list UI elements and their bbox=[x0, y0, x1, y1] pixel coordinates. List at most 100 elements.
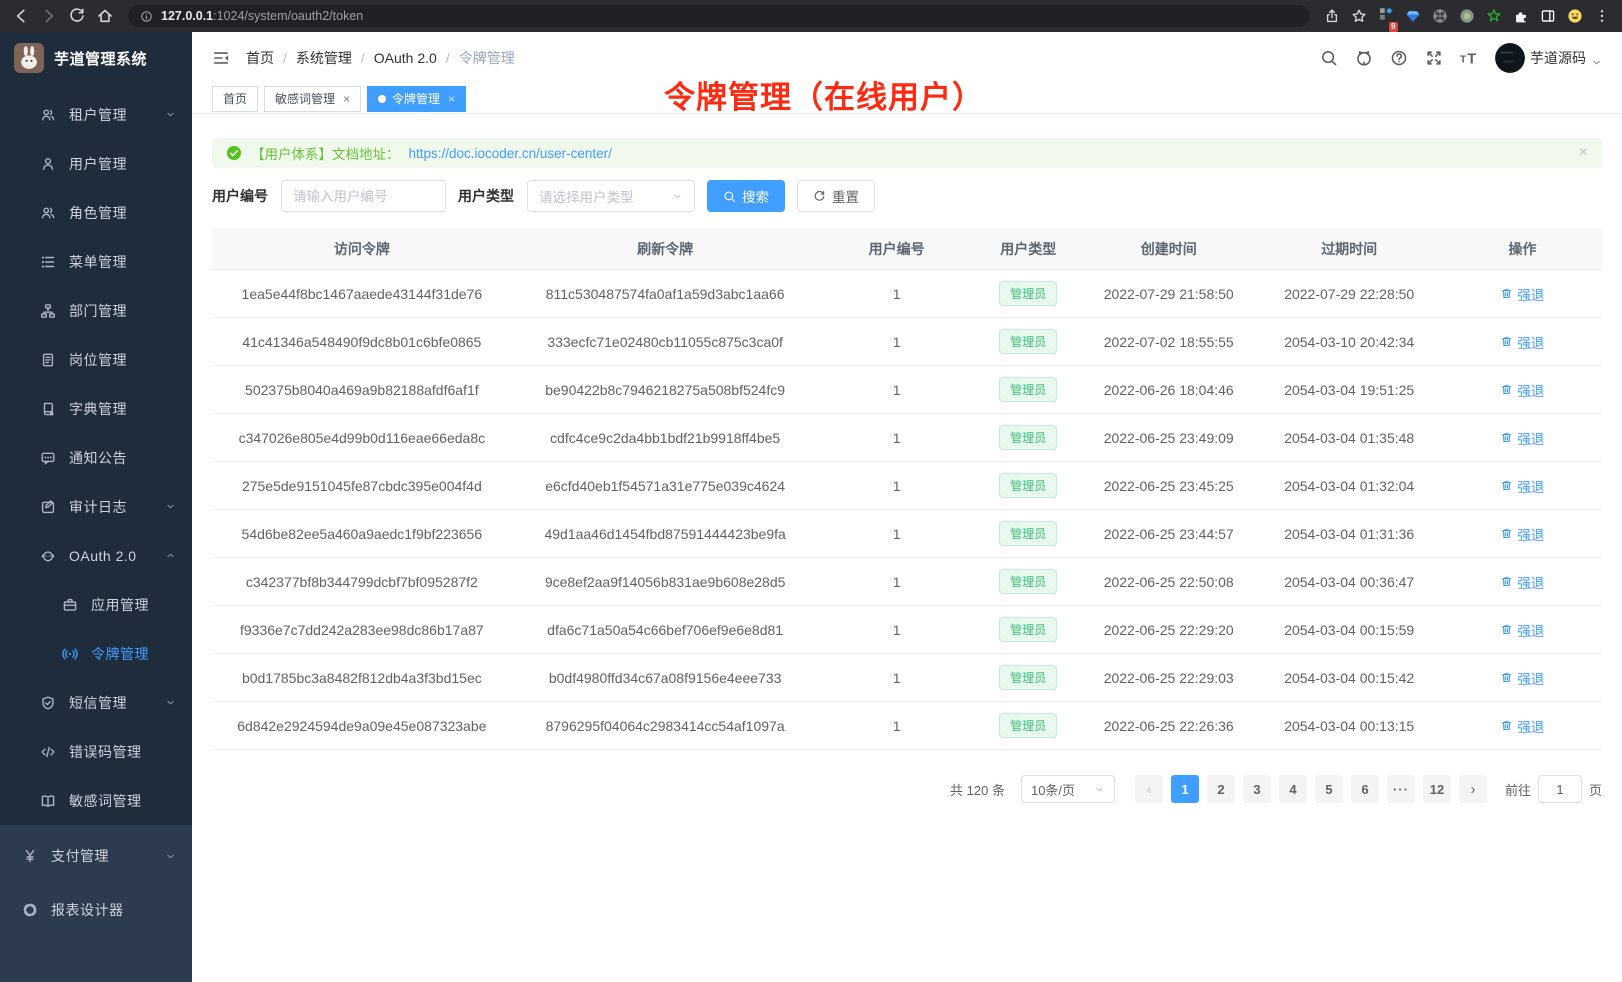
actions-cell: 强退 bbox=[1443, 476, 1602, 496]
sidebar-item[interactable]: 应用管理 bbox=[0, 580, 192, 629]
force-logout-button[interactable]: 强退 bbox=[1500, 572, 1544, 592]
emoji-icon[interactable] bbox=[1567, 8, 1583, 24]
extensions-badge-icon[interactable]: 9 bbox=[1378, 6, 1394, 27]
breadcrumb-item[interactable]: 首页 bbox=[246, 48, 274, 68]
access-token-cell: 41c41346a548490f9dc8b01c6bfe0865 bbox=[212, 334, 512, 350]
page-number-button[interactable]: 1 bbox=[1171, 775, 1199, 803]
tab-close-icon[interactable]: × bbox=[448, 92, 455, 106]
sidebar-item[interactable]: 令牌管理 bbox=[0, 629, 192, 678]
sidebar-item[interactable]: 报表设计器 bbox=[0, 883, 192, 937]
svg-text:T: T bbox=[1460, 55, 1467, 66]
force-logout-button[interactable]: 强退 bbox=[1500, 668, 1544, 688]
menu-fold-icon[interactable] bbox=[212, 49, 230, 67]
table-column-header: 创建时间 bbox=[1082, 239, 1256, 259]
user-type-tag: 管理员 bbox=[999, 473, 1057, 498]
page-number-button[interactable]: 12 bbox=[1423, 775, 1451, 803]
view-tab[interactable]: 令牌管理× bbox=[367, 86, 466, 112]
sidebar-item[interactable]: 岗位管理 bbox=[0, 335, 192, 384]
app-logo[interactable]: 芋道管理系统 bbox=[0, 32, 192, 84]
view-tab[interactable]: 首页 bbox=[212, 86, 258, 112]
forward-icon[interactable] bbox=[40, 7, 58, 25]
sidebar-item[interactable]: 审计日志 bbox=[0, 482, 192, 531]
sidebar-item[interactable]: 错误码管理 bbox=[0, 727, 192, 776]
gem-icon[interactable] bbox=[1405, 8, 1421, 24]
prev-page-button[interactable]: ‹ bbox=[1135, 775, 1163, 803]
share-icon[interactable] bbox=[1324, 8, 1340, 24]
sidebar-menu: 租户管理用户管理角色管理菜单管理部门管理岗位管理字典管理通知公告审计日志OAut… bbox=[0, 84, 192, 825]
force-logout-button[interactable]: 强退 bbox=[1500, 524, 1544, 544]
expire-time-cell: 2054-03-04 01:31:36 bbox=[1256, 526, 1443, 542]
page-number-button[interactable]: 2 bbox=[1207, 775, 1235, 803]
sidebar-item[interactable]: 用户管理 bbox=[0, 139, 192, 188]
page-number-button[interactable]: 4 bbox=[1279, 775, 1307, 803]
puzzle-icon[interactable] bbox=[1513, 8, 1529, 24]
kebab-menu-icon[interactable] bbox=[1594, 8, 1610, 24]
help-icon[interactable] bbox=[1390, 49, 1408, 67]
user-id-input[interactable] bbox=[281, 180, 446, 212]
address-bar[interactable]: 127.0.0.1:1024/system/oauth2/token bbox=[128, 5, 1310, 27]
github-icon[interactable] bbox=[1355, 49, 1373, 67]
table-row: 502375b8040a469a9b82188afdf6af1fbe90422b… bbox=[212, 366, 1602, 414]
sidebar-item-label: 应用管理 bbox=[91, 595, 149, 615]
sidebar-item-label: 令牌管理 bbox=[91, 644, 149, 664]
table-row: f9336e7c7dd242a283ee98dc86b17a87dfa6c71a… bbox=[212, 606, 1602, 654]
force-logout-button[interactable]: 强退 bbox=[1500, 620, 1544, 640]
user-menu[interactable]: 芋道源码 bbox=[1495, 43, 1602, 73]
sidebar-item[interactable]: 菜单管理 bbox=[0, 237, 192, 286]
sidebar-item[interactable]: 通知公告 bbox=[0, 433, 192, 482]
sidebar-item[interactable]: 支付管理 bbox=[0, 829, 192, 883]
reset-button[interactable]: 重置 bbox=[797, 180, 875, 212]
sidebar-item[interactable]: 部门管理 bbox=[0, 286, 192, 335]
record-circle-icon[interactable] bbox=[1459, 8, 1475, 24]
user-type-select[interactable]: 请选择用户类型 bbox=[527, 180, 695, 212]
search-button[interactable]: 搜索 bbox=[707, 180, 785, 212]
next-page-button[interactable]: › bbox=[1459, 775, 1487, 803]
force-logout-button[interactable]: 强退 bbox=[1500, 476, 1544, 496]
pagination-ellipsis[interactable]: ··· bbox=[1387, 775, 1415, 803]
force-logout-button[interactable]: 强退 bbox=[1500, 380, 1544, 400]
view-tab[interactable]: 敏感词管理× bbox=[264, 86, 361, 112]
sidebar-item[interactable]: 字典管理 bbox=[0, 384, 192, 433]
expire-time-cell: 2054-03-04 00:15:59 bbox=[1256, 622, 1443, 638]
created-time-cell: 2022-07-02 18:55:55 bbox=[1082, 334, 1256, 350]
force-logout-button[interactable]: 强退 bbox=[1500, 284, 1544, 304]
force-logout-button[interactable]: 强退 bbox=[1500, 716, 1544, 736]
refresh-token-cell: e6cfd40eb1f54571a31e775e039c4624 bbox=[512, 478, 819, 494]
org-icon bbox=[40, 303, 56, 319]
sidebar-item[interactable]: 敏感词管理 bbox=[0, 776, 192, 825]
page-number-button[interactable]: 6 bbox=[1351, 775, 1379, 803]
breadcrumb-item[interactable]: OAuth 2.0 bbox=[374, 50, 437, 66]
sidebar-item[interactable]: 短信管理 bbox=[0, 678, 192, 727]
search-icon[interactable] bbox=[1320, 49, 1338, 67]
sidebar-item[interactable]: OAuth 2.0 bbox=[0, 531, 192, 580]
sidebar-item[interactable]: 租户管理 bbox=[0, 90, 192, 139]
back-icon[interactable] bbox=[12, 7, 30, 25]
doc-link[interactable]: https://doc.iocoder.cn/user-center/ bbox=[409, 146, 612, 161]
refresh-icon[interactable] bbox=[68, 7, 86, 25]
breadcrumb-separator: / bbox=[283, 50, 287, 66]
force-logout-label: 强退 bbox=[1517, 620, 1544, 640]
token-table: 访问令牌刷新令牌用户编号用户类型创建时间过期时间操作 1ea5e44f8bc14… bbox=[212, 228, 1602, 750]
goto-unit-label: 页 bbox=[1589, 780, 1602, 799]
user-id-cell: 1 bbox=[819, 286, 975, 302]
command-circle-icon[interactable] bbox=[1432, 8, 1448, 24]
side-panel-icon[interactable] bbox=[1540, 8, 1556, 24]
sidebar-item[interactable]: 角色管理 bbox=[0, 188, 192, 237]
force-logout-button[interactable]: 强退 bbox=[1500, 332, 1544, 352]
home-icon[interactable] bbox=[96, 7, 114, 25]
force-logout-button[interactable]: 强退 bbox=[1500, 428, 1544, 448]
tab-close-icon[interactable]: × bbox=[343, 92, 350, 106]
page-size-select[interactable]: 10条/页 bbox=[1021, 775, 1115, 803]
chevron-down-icon bbox=[1094, 784, 1105, 795]
page-number-button[interactable]: 5 bbox=[1315, 775, 1343, 803]
star-icon[interactable] bbox=[1351, 8, 1367, 24]
goto-page-input[interactable] bbox=[1538, 775, 1582, 803]
page-number-button[interactable]: 3 bbox=[1243, 775, 1271, 803]
font-size-icon[interactable]: TT bbox=[1460, 49, 1478, 67]
alert-close-icon[interactable]: × bbox=[1579, 144, 1588, 162]
fullscreen-icon[interactable] bbox=[1425, 49, 1443, 67]
green-star-icon[interactable] bbox=[1486, 8, 1502, 24]
chevron-down-icon bbox=[165, 697, 176, 708]
breadcrumb-item[interactable]: 系统管理 bbox=[296, 48, 352, 68]
actions-cell: 强退 bbox=[1443, 332, 1602, 352]
